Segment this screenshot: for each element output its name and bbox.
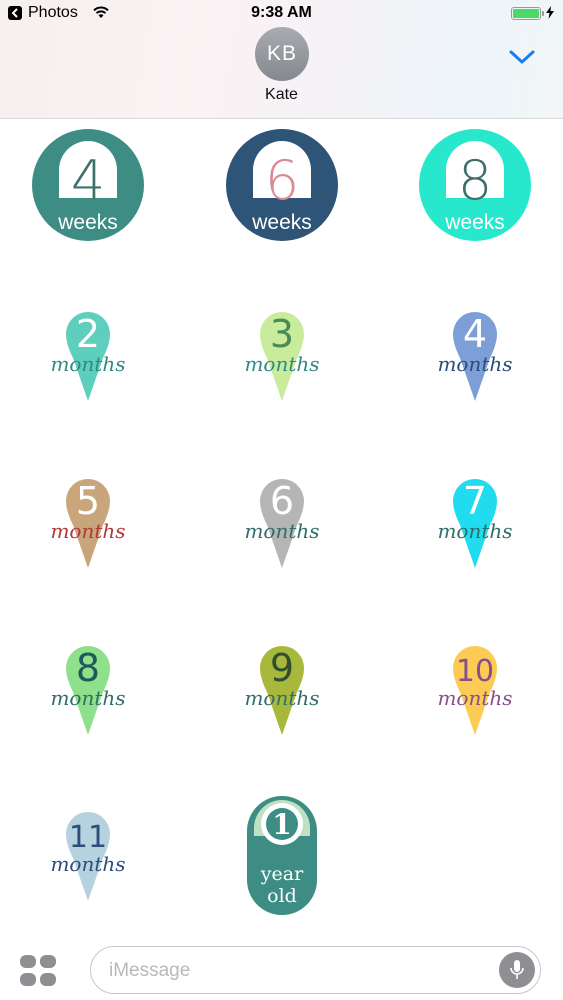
sticker-11-months[interactable]: 11 months — [23, 786, 153, 916]
sticker-number: 11 — [69, 820, 107, 855]
sticker-number: 1 — [272, 808, 291, 841]
sticker-5-months[interactable]: 5 months — [23, 453, 153, 583]
sticker-label: months — [50, 686, 125, 710]
sticker-label: months — [437, 519, 512, 543]
sticker-3-months[interactable]: 3 months — [217, 286, 347, 416]
sticker-label: old — [267, 885, 297, 907]
sticker-number: 2 — [76, 312, 100, 356]
sticker-number: 6 — [265, 149, 299, 212]
contact-avatar[interactable]: KB — [255, 27, 309, 81]
message-input[interactable] — [107, 955, 491, 987]
battery-icon — [511, 7, 544, 20]
compose-bar — [0, 935, 563, 1000]
sticker-label: months — [244, 352, 319, 376]
collapse-chevron-icon[interactable] — [508, 48, 536, 66]
sticker-1-year[interactable]: 1 year old — [217, 786, 347, 916]
sticker-label: year — [260, 863, 304, 885]
sticker-label: weeks — [57, 211, 118, 234]
sticker-number: 5 — [76, 479, 100, 523]
sticker-6-weeks[interactable]: 6 weeks — [217, 120, 347, 250]
sticker-7-months[interactable]: 7 months — [410, 453, 540, 583]
sticker-label: months — [244, 519, 319, 543]
app-drawer-icon[interactable] — [20, 955, 58, 987]
sticker-9-months[interactable]: 9 months — [217, 620, 347, 750]
sticker-8-weeks[interactable]: 8 weeks — [410, 120, 540, 250]
sticker-number: 4 — [463, 312, 487, 356]
status-bar: Photos 9:38 AM — [0, 0, 563, 30]
charging-icon — [546, 6, 554, 19]
sticker-number: 10 — [456, 654, 494, 689]
sticker-2-months[interactable]: 2 months — [23, 286, 153, 416]
sticker-number: 7 — [463, 479, 487, 523]
sticker-number: 8 — [458, 149, 492, 212]
sticker-6-months[interactable]: 6 months — [217, 453, 347, 583]
sticker-4-months[interactable]: 4 months — [410, 286, 540, 416]
sticker-label: months — [50, 352, 125, 376]
contact-name[interactable]: Kate — [0, 86, 563, 104]
sticker-label: months — [50, 852, 125, 876]
sticker-label: months — [437, 686, 512, 710]
sticker-number: 8 — [76, 646, 100, 690]
sticker-8-months[interactable]: 8 months — [23, 620, 153, 750]
message-field[interactable] — [90, 946, 541, 994]
sticker-label: weeks — [444, 211, 505, 234]
sticker-4-weeks[interactable]: 4 weeks — [23, 120, 153, 250]
sticker-number: 9 — [270, 646, 294, 690]
sticker-number: 4 — [71, 149, 105, 212]
status-time: 9:38 AM — [251, 4, 312, 21]
sticker-label: months — [437, 352, 512, 376]
conversation-header: Photos 9:38 AM KB Kate — [0, 0, 563, 119]
sticker-label: weeks — [251, 211, 312, 234]
sticker-number: 6 — [270, 479, 294, 523]
sticker-number: 3 — [270, 312, 294, 356]
microphone-icon[interactable] — [499, 952, 535, 988]
sticker-10-months[interactable]: 10 months — [410, 620, 540, 750]
sticker-label: months — [244, 686, 319, 710]
sticker-label: months — [50, 519, 125, 543]
